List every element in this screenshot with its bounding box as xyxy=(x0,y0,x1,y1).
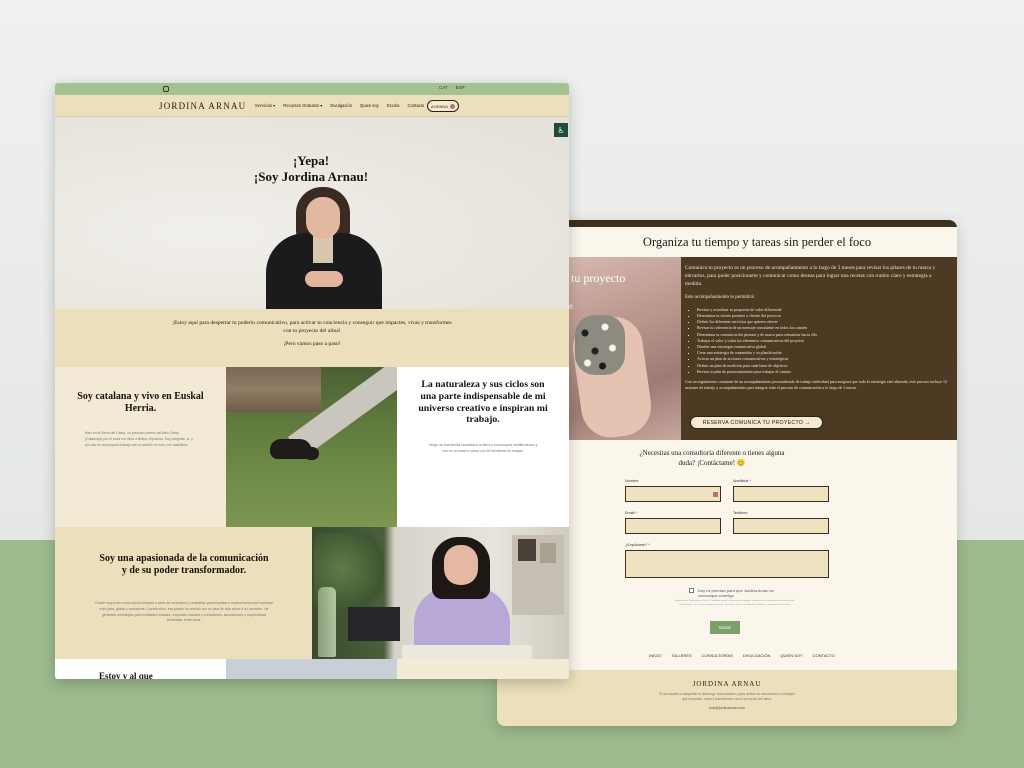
hero-title-line2: ¡Soy Jordina Arnau! xyxy=(253,168,369,184)
phone-field[interactable] xyxy=(733,518,829,534)
row3-title: Estoy y al que xyxy=(99,671,153,679)
portrait-shirt xyxy=(313,235,333,263)
message-label: ¿Explícame? * xyxy=(625,543,650,547)
communication-block: Soy una apasionada de la comunicación y … xyxy=(55,527,312,659)
bottle-shape xyxy=(318,587,336,657)
catalan-block: Soy catalana y vivo en Euskal Herria. Na… xyxy=(55,367,226,527)
legal-notice: Responsable: Jordina Arnau Cortés. Final… xyxy=(674,600,796,606)
service-description: Comunica tu proyecto es un proceso de ac… xyxy=(685,264,949,391)
lang-cat[interactable]: CAT xyxy=(439,85,448,90)
benefit-item: Revisar tu plan de posicionamiento para … xyxy=(697,369,949,375)
intro-text: ¡Estoy aquí para despertar tu poderío co… xyxy=(172,320,452,335)
catalan-title: Soy catalana y vivo en Euskal Herria. xyxy=(77,391,204,414)
nature-title: La naturaleza y sus ciclos son una parte… xyxy=(418,379,548,426)
surname-label: Apellidos * xyxy=(733,479,751,483)
photo-title: tu proyecto xyxy=(571,271,626,285)
wall-picture-shape xyxy=(518,539,536,561)
seeds-shape xyxy=(575,315,625,375)
language-switcher: CAT ESP xyxy=(439,85,465,90)
reserve-button[interactable]: RESERVA COMUNICA TU PROYECTO → xyxy=(690,416,823,429)
woodpile-shape xyxy=(226,367,321,412)
photo-subtitle: e xyxy=(569,301,573,311)
service-outro: Con un seguimiento constante de un acomp… xyxy=(685,378,948,390)
name-label: Nombre xyxy=(625,479,639,483)
nav-item-contacto[interactable]: Contacto xyxy=(407,103,424,108)
footer-nav-item[interactable]: QUIÉN SOY xyxy=(780,653,802,658)
footer-nav-item[interactable]: CONTACTO xyxy=(813,653,835,658)
benefit-list: Revisar y actualizar tu propuesta de val… xyxy=(685,307,949,375)
about-row-3: Estoy y al que xyxy=(55,659,569,679)
site-logo[interactable]: JORDINA ARNAU xyxy=(159,101,246,111)
footer-email-link[interactable]: hola@jordinaarnau.com xyxy=(497,706,957,710)
hero-portrait xyxy=(263,185,385,309)
nav-item-divulgacion[interactable]: Divulgación xyxy=(330,103,352,108)
footer-nav-item[interactable]: TALLERES xyxy=(672,653,692,658)
hero-section: ♿ ¡Yepa! ¡Soy Jordina Arnau! xyxy=(55,117,569,309)
communication-title: Soy una apasionada de la comunicación y … xyxy=(99,553,269,576)
face-shape xyxy=(444,545,478,585)
row3-beige-block xyxy=(397,659,569,679)
email-label: Email * xyxy=(625,511,638,515)
nav-item-quien-soy[interactable]: Quien soy xyxy=(360,103,379,108)
consent-checkbox[interactable] xyxy=(689,588,694,593)
desk-portrait-photo xyxy=(312,527,569,659)
hero-title-line1: ¡Yepa! xyxy=(292,153,330,168)
accessibility-icon[interactable]: ♿ xyxy=(554,123,568,137)
garden-dog-photo xyxy=(226,367,397,527)
left-page-mockup: CAT ESP JORDINA ARNAU Servicios ▾ Recurs… xyxy=(55,83,569,679)
tablet-shape xyxy=(348,607,400,641)
nature-body: Vengo de una familia vinculada a la tier… xyxy=(428,443,538,453)
agenda-dot-icon xyxy=(449,103,455,109)
top-bar: CAT ESP xyxy=(55,83,569,95)
footer-nav-item[interactable]: INICIO xyxy=(649,653,661,658)
footer-nav-item[interactable]: CONSULTORÍAS xyxy=(702,653,733,658)
about-row-1: Soy catalana y vivo en Euskal Herria. Na… xyxy=(55,367,569,527)
intro-closing: ¡Pero vamos paso a paso! xyxy=(283,340,341,347)
portrait-face xyxy=(306,197,340,239)
consent-checkbox-row[interactable]: Doy mi permiso para que Jordina Arnau se… xyxy=(689,588,788,598)
name-field[interactable] xyxy=(625,486,721,502)
dog-head-shape xyxy=(304,447,319,460)
email-field[interactable] xyxy=(625,518,721,534)
service-intro: Comunica tu proyecto es un proceso de ac… xyxy=(685,265,936,288)
hands-seeds-photo: tu proyecto e xyxy=(569,257,681,440)
phone-label: Teléfono xyxy=(733,511,748,515)
instagram-icon[interactable] xyxy=(163,86,169,92)
footer-text: Te acompaño a despertar tu liderazgo com… xyxy=(658,692,796,702)
agenda-button[interactable]: AGENDA xyxy=(427,100,459,112)
send-button[interactable]: Enviar xyxy=(710,621,740,634)
agenda-label: AGENDA xyxy=(431,103,448,109)
desk-shape xyxy=(402,645,532,659)
footer-nav-item[interactable]: DIVULGACIÓN xyxy=(743,653,771,658)
contact-form-title: ¿Necesitas una consultoría diferente o t… xyxy=(639,449,785,467)
nav-item-servicios[interactable]: Servicios ▾ xyxy=(255,103,275,108)
lang-esp[interactable]: ESP xyxy=(456,85,465,90)
about-row-2: Soy una apasionada de la comunicación y … xyxy=(55,527,569,659)
autofill-icon xyxy=(713,492,718,497)
catalan-body: Nací en la Selva del Camp, un precioso p… xyxy=(85,431,193,447)
surname-field[interactable] xyxy=(733,486,829,502)
nav-item-recursos[interactable]: Recursos Gratuitos ▾ xyxy=(283,103,322,108)
nav-item-escola[interactable]: Escola xyxy=(387,103,400,108)
main-nav: JORDINA ARNAU Servicios ▾ Recursos Gratu… xyxy=(55,95,569,117)
communication-body: Desde muy joven como acción integrar a p… xyxy=(95,601,273,623)
intro-section: ¡Estoy aquí para despertar tu poderío co… xyxy=(55,309,569,367)
consent-label: Doy mi permiso para que Jordina Arnau se… xyxy=(698,588,774,598)
wall-picture-shape xyxy=(540,543,556,563)
row3-photo xyxy=(226,659,397,679)
nature-block: La naturaleza y sus ciclos son una parte… xyxy=(397,367,569,527)
hero-title: ¡Yepa! ¡Soy Jordina Arnau! xyxy=(241,153,381,184)
service-subtitle: Este acompañamiento te permitirá: xyxy=(685,295,755,301)
nav-menu: Servicios ▾ Recursos Gratuitos ▾ Divulga… xyxy=(255,103,424,108)
portrait-hands xyxy=(305,271,343,287)
row3-text-block: Estoy y al que xyxy=(55,659,226,679)
message-field[interactable] xyxy=(625,550,829,578)
footer-logo[interactable]: JORDINA ARNAU xyxy=(497,680,957,688)
